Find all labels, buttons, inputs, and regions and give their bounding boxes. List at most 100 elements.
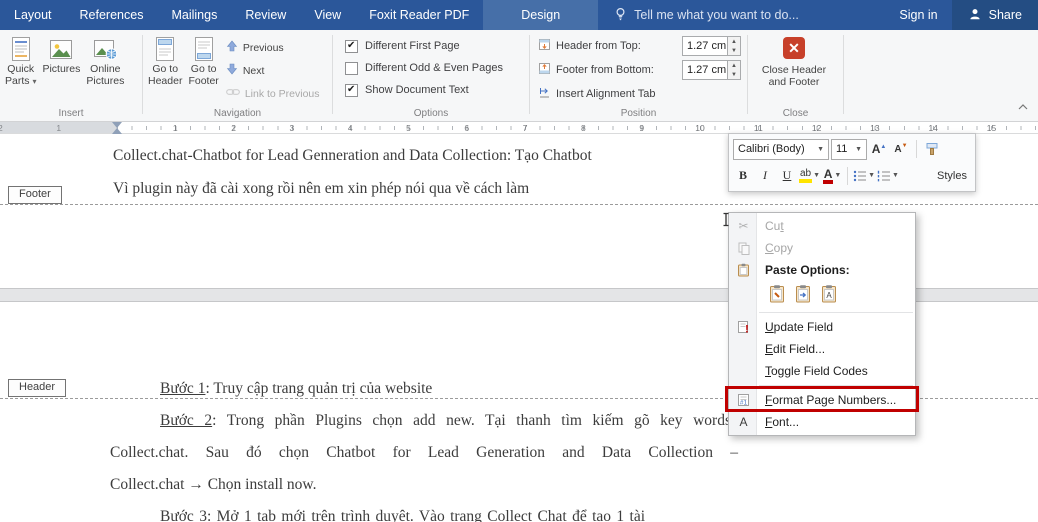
different-odd-even-checkbox[interactable]: Different Odd & Even Pages [345,57,529,79]
mini-toolbar: Calibri (Body) ▼ 11 ▼ A▲ A▼ B I U ab ▼ A ▼ ▼… [728,133,976,192]
menu-item-toggle-field-codes[interactable]: Toggle Field Codes [729,360,915,382]
arrow-up-icon: ▲ [880,144,887,151]
share-button[interactable]: Share [951,0,1038,30]
format-page-numbers-icon: #1 [734,393,753,407]
sign-in-button[interactable]: Sign in [885,0,951,30]
footer-from-bottom-input[interactable]: 1.27 cm [682,60,728,80]
pictures-button[interactable]: Pictures [39,33,83,88]
chevron-down-icon: ▼ [868,172,875,180]
tab-design-active[interactable]: Design [483,0,599,30]
header-from-top-spinner[interactable]: ▲ ▼ [728,36,741,56]
menu-item-edit-field[interactable]: Edit Field... [729,338,915,360]
go-to-header-button[interactable]: Go to Header [145,33,185,104]
previous-button[interactable]: Previous [222,37,324,58]
font-name-dropdown[interactable]: Calibri (Body) ▼ [733,138,829,160]
doc-line-collect1[interactable]: Collect.chat. Sau đó chọn Chatbot for Le… [110,443,738,463]
highlight-color-button[interactable]: ab ▼ [799,166,820,186]
bullets-button[interactable]: ▼ [853,166,875,186]
next-icon [226,63,238,78]
tab-review[interactable]: Review [231,0,300,30]
menu-item-cut[interactable]: ✂ Cut [729,215,915,237]
menu-item-font[interactable]: A Font... [729,411,915,433]
checkbox-icon[interactable] [345,39,358,53]
ribbon-group-position: Header from Top: 1.27 cm ▲ ▼ Footer from … [530,30,747,121]
go-to-header-icon [153,35,177,63]
paste-keep-source-formatting-button[interactable] [767,284,787,307]
go-to-footer-button[interactable]: Go to Footer [185,33,221,104]
ruler-number: 8 [581,123,586,133]
ribbon-empty-area [844,30,1038,121]
link-to-previous-button[interactable]: Link to Previous [222,83,324,104]
online-pictures-icon [92,35,118,63]
doc-line-intro[interactable]: Vì plugin này đã cài xong rồi nên em xin… [113,179,529,199]
menu-item-copy[interactable]: Copy [729,237,915,259]
paste-merge-formatting-button[interactable] [793,284,813,307]
ruler-ticks [117,126,1038,130]
insert-alignment-tab-button[interactable]: Insert Alignment Tab [538,82,741,106]
link-icon [225,87,240,100]
tell-me-box[interactable]: Tell me what you want to do... [614,0,799,30]
spin-down-icon[interactable]: ▼ [728,70,740,79]
styles-button[interactable]: Styles [937,170,971,182]
header-tag: Header [8,379,67,397]
tab-view[interactable]: View [300,0,355,30]
spin-up-icon[interactable]: ▲ [728,61,740,70]
tab-layout[interactable]: Layout [0,0,66,30]
group-label-options: Options [413,108,449,119]
shrink-font-button[interactable]: A▼ [891,139,911,159]
ruler-number: 9 [639,123,645,133]
doc-line-step3[interactable]: Bước 3: Mở 1 tab mới trên trình duyệt. V… [160,507,645,522]
footer-from-bottom-spinner[interactable]: ▲ ▼ [728,60,741,80]
ruler-number: 7 [522,123,528,133]
close-header-footer-button[interactable]: ✕ Close Header and Footer [748,30,840,88]
copy-icon [734,242,753,255]
numbering-button[interactable]: ▼ [877,166,899,186]
tab-foxit-reader-pdf[interactable]: Foxit Reader PDF [355,0,483,30]
ribbon-group-navigation: Go to Header Go to Footer Previous Next … [143,30,332,121]
underline-button[interactable]: U [777,166,797,186]
menu-item-update-field[interactable]: ! Update Field [729,316,915,338]
dropdown-caret-icon: ▾ [32,77,37,86]
lightbulb-icon [614,7,627,24]
doc-line-title[interactable]: Collect.chat-Chatbot for Lead Genneratio… [113,146,592,166]
format-painter-button[interactable] [922,139,942,159]
tab-references[interactable]: References [66,0,158,30]
footer-boundary-line [0,204,1038,205]
doc-line-step2[interactable]: Bước 2: Trong phần Plugins chọn add new.… [160,411,731,431]
font-color-button[interactable]: A ▼ [822,166,842,186]
doc-line-step1[interactable]: Bước 1: Truy cập trang quản trị của webs… [160,379,432,399]
grow-font-button[interactable]: A▲ [869,139,889,159]
chevron-down-icon: ▼ [892,172,899,180]
checkbox-icon[interactable] [345,61,358,75]
font-size-dropdown[interactable]: 11 ▼ [831,138,867,160]
quick-parts-button[interactable]: Quick Parts ▾ [2,33,39,88]
paste-keep-text-only-button[interactable]: A [819,284,839,307]
online-pictures-button[interactable]: Online Pictures [83,33,127,88]
doc-line-collect2[interactable]: Collect.chat → Chọn install now. [110,475,317,495]
show-document-text-checkbox[interactable]: Show Document Text [345,79,529,101]
share-label: Share [988,8,1022,22]
chevron-down-icon: ▼ [834,172,842,180]
footer-tag: Footer [8,186,62,204]
tabbar-spacer [799,0,886,30]
context-menu: ✂ Cut Copy Paste Options: A ! Update Fie… [728,212,916,436]
ribbon-group-insert: Quick Parts ▾ Pictures Online Pictures Ins… [0,30,142,121]
ruler-number: 5 [406,123,411,133]
header-from-top-input[interactable]: 1.27 cm [682,36,728,56]
checkbox-icon[interactable] [345,83,358,97]
italic-button[interactable]: I [755,166,775,186]
group-label-position: Position [620,108,657,119]
menu-item-format-page-numbers[interactable]: #1 Format Page Numbers... [729,389,915,411]
ruler-number: 2 [231,123,236,133]
bold-button[interactable]: B [733,166,753,186]
ruler-number: 15 [986,123,997,133]
different-first-page-checkbox[interactable]: Different First Page [345,35,529,57]
collapse-ribbon-icon[interactable] [1018,97,1028,115]
footer-from-bottom-label: Footer from Bottom: [556,64,654,76]
ribbon: Quick Parts ▾ Pictures Online Pictures Ins… [0,30,1038,122]
spin-down-icon[interactable]: ▼ [728,46,740,55]
spin-up-icon[interactable]: ▲ [728,37,740,46]
chevron-down-icon: ▼ [813,172,821,180]
tab-mailings[interactable]: Mailings [157,0,231,30]
next-button[interactable]: Next [222,60,324,81]
